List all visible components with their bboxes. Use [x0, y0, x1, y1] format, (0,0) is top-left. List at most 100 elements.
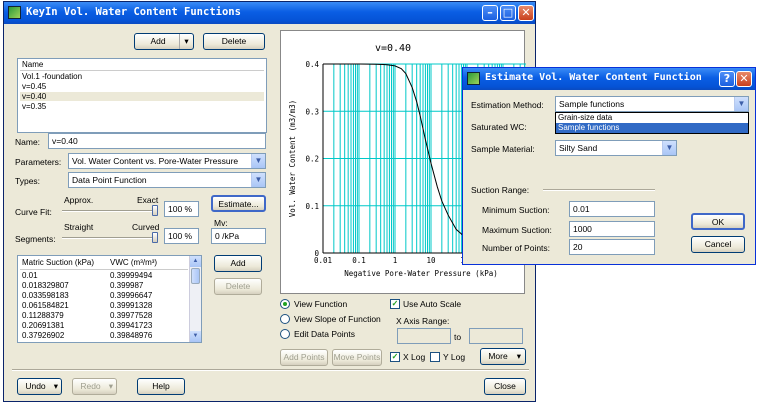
close-icon[interactable]: ✕: [736, 71, 752, 87]
y-tick-label: 0.4: [305, 60, 319, 69]
more-button[interactable]: More ▾: [480, 348, 526, 365]
redo-button[interactable]: Redo ▾: [72, 378, 117, 395]
data-point-table[interactable]: Matric Suction (kPa) VWC (m³/m³) 0.01 0.3…: [17, 255, 202, 343]
mv-input[interactable]: 0 /kPa: [211, 228, 266, 244]
table-add-button[interactable]: Add: [214, 255, 262, 272]
x-tick-label: 10: [426, 256, 436, 265]
add-points-button[interactable]: Add Points: [280, 349, 328, 366]
column-header-suction: Matric Suction (kPa): [22, 258, 95, 267]
name-input[interactable]: v=0.40: [48, 133, 266, 149]
close-icon[interactable]: ✕: [518, 5, 534, 21]
move-points-button[interactable]: Move Points: [332, 349, 382, 366]
y-tick-label: 0.2: [305, 155, 319, 164]
number-of-points-label: Number of Points:: [482, 243, 551, 253]
estimation-method-select[interactable]: Sample functions ▼: [555, 96, 749, 112]
edit-points-radio[interactable]: [280, 329, 290, 339]
redo-label: Redo: [80, 381, 101, 391]
estimate-button[interactable]: Estimate...: [211, 195, 266, 212]
y-tick-label: 0.1: [305, 202, 319, 211]
scroll-down-icon[interactable]: ▼: [190, 331, 201, 342]
undo-button[interactable]: Undo ▾: [17, 378, 62, 395]
table-row[interactable]: 0.018329807 0.399987: [18, 281, 188, 291]
suction-range-divider: [543, 189, 655, 191]
estimation-method-options: Grain-size data Sample functions: [555, 112, 749, 134]
chevron-down-icon[interactable]: ▼: [662, 141, 676, 155]
curve-fit-slider-thumb[interactable]: [152, 205, 158, 216]
curve-fit-slider[interactable]: [62, 204, 158, 220]
maximum-suction-input[interactable]: 1000: [569, 221, 655, 237]
scroll-thumb[interactable]: [191, 268, 200, 284]
vwc-cell: 0.39848976: [110, 331, 153, 340]
x-axis-label: Negative Pore-Water Pressure (kPa): [344, 269, 498, 278]
list-item[interactable]: Vol.1 -foundation: [20, 72, 264, 81]
x-axis-range-label: X Axis Range:: [396, 316, 450, 326]
add-function-label: Add: [150, 36, 166, 46]
sample-material-select[interactable]: Silty Sand ▼: [555, 140, 677, 156]
number-of-points-input[interactable]: 20: [569, 239, 655, 255]
more-label: More: [488, 351, 508, 361]
view-function-radio[interactable]: [280, 299, 290, 309]
close-button[interactable]: Close: [484, 378, 526, 395]
main-title-bar[interactable]: KeyIn Vol. Water Content Functions – □ ✕: [4, 2, 535, 24]
function-list-header: Name: [22, 60, 44, 69]
vwc-cell: 0.39977528: [110, 311, 153, 320]
segments-slider[interactable]: [62, 231, 158, 247]
sample-material-value: Silty Sand: [559, 143, 598, 153]
chevron-down-icon: ▾: [53, 381, 58, 391]
use-auto-scale-checkbox[interactable]: ✓: [390, 299, 400, 309]
table-row[interactable]: 0.11288379 0.39977528: [18, 311, 188, 321]
function-list[interactable]: Name Vol.1 -foundation v=0.45 v=0.40 v=0.35: [17, 58, 267, 133]
chevron-down-icon[interactable]: ▼: [251, 173, 265, 187]
list-item[interactable]: v=0.40: [20, 92, 264, 101]
x-axis-max-input[interactable]: [469, 328, 523, 344]
dropdown-arrow-icon[interactable]: ▾: [179, 34, 193, 49]
list-item[interactable]: v=0.45: [20, 82, 264, 91]
y-log-label: Y Log: [443, 352, 466, 362]
x-tick-label: 1: [393, 256, 398, 265]
maximize-icon[interactable]: □: [500, 5, 516, 21]
estimate-title-bar[interactable]: Estimate Vol. Water Content Function ? ✕: [463, 68, 755, 90]
table-row[interactable]: 0.033598183 0.39996647: [18, 291, 188, 301]
segments-slider-thumb[interactable]: [152, 232, 158, 243]
suction-cell: 0.033598183: [22, 291, 69, 300]
scroll-up-icon[interactable]: ▲: [190, 256, 201, 267]
help-button[interactable]: Help: [137, 378, 185, 395]
y-log-checkbox[interactable]: [430, 352, 440, 362]
ok-button[interactable]: OK: [691, 213, 745, 230]
list-divider: [20, 70, 264, 71]
estimation-method-value: Sample functions: [559, 99, 625, 109]
name-label: Name:: [15, 137, 41, 147]
option-grain-size-data[interactable]: Grain-size data: [556, 113, 748, 123]
segments-percent-input[interactable]: 100 %: [164, 228, 199, 244]
option-sample-functions[interactable]: Sample functions: [556, 123, 748, 133]
help-icon[interactable]: ?: [719, 71, 735, 87]
main-window: KeyIn Vol. Water Content Functions – □ ✕…: [3, 1, 536, 402]
table-row[interactable]: 0.37926902 0.39848976: [18, 331, 188, 341]
sample-material-label: Sample Material:: [471, 144, 535, 154]
table-scrollbar[interactable]: ▲ ▼: [189, 256, 201, 342]
chevron-down-icon[interactable]: ▼: [251, 154, 265, 168]
table-row[interactable]: 0.061584821 0.39991328: [18, 301, 188, 311]
minimize-icon[interactable]: –: [482, 5, 498, 21]
suction-range-label: Suction Range:: [471, 185, 530, 195]
vwc-cell: 0.399987: [110, 281, 144, 290]
minimum-suction-input[interactable]: 0.01: [569, 201, 655, 217]
view-slope-radio[interactable]: [280, 314, 290, 324]
parameters-value: Vol. Water Content vs. Pore-Water Pressu…: [72, 156, 239, 166]
table-row[interactable]: 0.20691381 0.39941723: [18, 321, 188, 331]
delete-function-button[interactable]: Delete: [203, 33, 265, 50]
table-row[interactable]: 0.01 0.39999494: [18, 271, 188, 281]
list-item[interactable]: v=0.35: [20, 102, 264, 111]
column-header-vwc: VWC (m³/m³): [110, 258, 158, 267]
curve-fit-percent-input[interactable]: 100 %: [164, 201, 199, 217]
parameters-label: Parameters:: [15, 157, 62, 167]
parameters-select[interactable]: Vol. Water Content vs. Pore-Water Pressu…: [68, 153, 266, 169]
chevron-down-icon[interactable]: ▼: [734, 97, 748, 111]
add-function-button[interactable]: Add ▾: [134, 33, 194, 50]
cancel-button[interactable]: Cancel: [691, 236, 745, 253]
x-axis-min-input[interactable]: [397, 328, 451, 344]
suction-cell: 0.061584821: [22, 301, 69, 310]
types-select[interactable]: Data Point Function ▼: [68, 172, 266, 188]
table-delete-button[interactable]: Delete: [214, 278, 262, 295]
x-log-checkbox[interactable]: ✓: [390, 352, 400, 362]
